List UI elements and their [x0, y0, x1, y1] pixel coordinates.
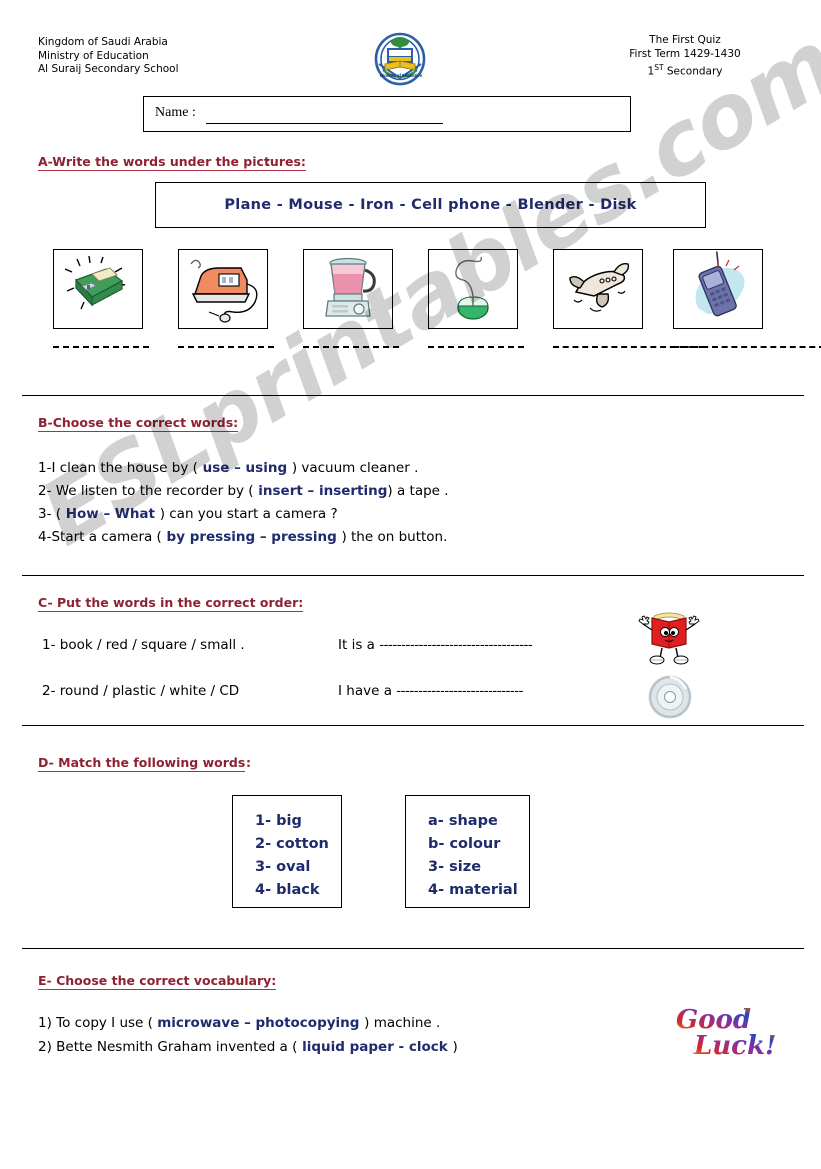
question-choice[interactable]: liquid paper - clock — [297, 1039, 452, 1055]
question-post: ) a tape . — [387, 483, 449, 499]
picture-frame — [53, 249, 143, 329]
picture-cell-plane — [553, 249, 705, 348]
section-e-heading: E- Choose the correct vocabulary: — [38, 973, 277, 990]
school-line-2: Ministry of Education — [38, 49, 149, 62]
section-separator — [22, 395, 804, 396]
match-box-left[interactable]: 1- big 2- cotton 3- oval 4- black — [232, 795, 342, 908]
match-item-left[interactable]: 3- oval — [255, 856, 341, 879]
ministry-of-education-logo-icon — [371, 30, 429, 92]
picture-frame — [553, 249, 643, 329]
name-field-rule — [206, 123, 443, 124]
quiz-identity-block: The First Quiz First Term 1429-1430 1ST … — [585, 34, 785, 79]
section-d-heading-suffix: : — [246, 755, 251, 770]
picture-cell-iron — [178, 249, 274, 348]
section-separator — [22, 575, 804, 576]
name-field-label: Name : — [155, 105, 196, 120]
picture-frame — [178, 249, 268, 329]
question-post: ) can you start a camera ? — [159, 506, 338, 522]
question-post: ) vacuum cleaner . — [291, 460, 419, 476]
name-field-box[interactable]: Name : — [143, 96, 631, 132]
section-c-answer-2[interactable]: I have a ----------------------------- — [338, 683, 524, 699]
section-c-prompt-2: 2- round / plastic / white / CD — [42, 683, 240, 699]
question-choice[interactable]: microwave – photocopying — [157, 1015, 364, 1031]
section-a-heading-suffix: : — [265, 154, 270, 169]
picture-answer-line[interactable] — [303, 346, 399, 348]
question-pre: 2) Bette Nesmith Graham invented a ( — [38, 1039, 298, 1055]
match-item-right[interactable]: 3- size — [428, 856, 529, 879]
good-luck-graphic: Good Luck! — [672, 1000, 782, 1062]
question-pre: 4-Start a camera ( — [38, 529, 162, 545]
section-b-question-4: 4-Start a camera ( by pressing – pressin… — [38, 529, 447, 545]
answer-dashes: ----------------------------------- — [379, 637, 533, 653]
match-item-right[interactable]: a- shape — [428, 810, 529, 833]
school-line-3: Al Suraij Secondary School — [38, 63, 179, 75]
quiz-term: First Term 1429-1430 — [629, 47, 741, 60]
picture-answer-line[interactable] — [428, 346, 524, 348]
picture-frame — [428, 249, 518, 329]
quiz-grade-label: Secondary — [663, 65, 723, 78]
question-choice[interactable]: How – What — [61, 506, 160, 522]
section-c-answer-1[interactable]: It is a --------------------------------… — [338, 637, 533, 653]
school-identity-block: Kingdom of Saudi Arabia Ministry of Educ… — [38, 36, 178, 77]
section-e-question-2: 2) Bette Nesmith Graham invented a ( liq… — [38, 1039, 458, 1055]
question-post: ) machine . — [364, 1015, 441, 1031]
word-bank-text: Plane - Mouse - Iron - Cell phone - Blen… — [224, 197, 637, 213]
question-pre: 1) To copy I use ( — [38, 1015, 158, 1031]
match-item-right[interactable]: b- colour — [428, 833, 529, 856]
question-choice[interactable]: use – using — [198, 460, 292, 476]
match-item-left[interactable]: 1- big — [255, 810, 341, 833]
section-separator — [22, 948, 804, 949]
match-item-right[interactable]: 4- material — [428, 879, 529, 902]
question-pre: 2- We listen to the recorder by ( — [38, 483, 254, 499]
school-line-1: Kingdom of Saudi Arabia — [38, 36, 168, 48]
section-e-question-1: 1) To copy I use ( microwave – photocopy… — [38, 1015, 440, 1031]
section-separator — [22, 725, 804, 726]
logo-caption: Ministry of Education — [379, 73, 423, 78]
picture-answer-line[interactable] — [53, 346, 149, 348]
worksheet-page: Kingdom of Saudi Arabia Ministry of Educ… — [0, 0, 821, 1169]
book-character-icon — [638, 608, 700, 671]
quiz-grade-suffix: ST — [654, 63, 664, 72]
quiz-title: The First Quiz — [649, 34, 721, 46]
answer-lead: It is a — [338, 637, 380, 653]
question-pre: 3- ( — [38, 506, 62, 522]
question-post: ) the on button. — [341, 529, 448, 545]
section-c-prompt-1: 1- book / red / square / small . — [42, 637, 245, 653]
picture-answer-line[interactable] — [178, 346, 274, 348]
match-item-left[interactable]: 2- cotton — [255, 833, 341, 856]
good-luck-line-2: Luck! — [693, 1031, 776, 1061]
section-b-question-2: 2- We listen to the recorder by ( insert… — [38, 483, 449, 499]
question-pre: 1-I clean the house by ( — [38, 460, 198, 476]
picture-answer-line[interactable] — [673, 346, 821, 348]
match-item-left[interactable]: 4- black — [255, 879, 341, 902]
picture-cell-blender — [303, 249, 399, 348]
picture-cell-disk — [53, 249, 149, 348]
section-b-question-1: 1-I clean the house by ( use – using ) v… — [38, 460, 418, 476]
answer-lead: I have a — [338, 683, 397, 699]
section-b-heading: B-Choose the correct words: — [38, 415, 239, 432]
section-d-heading: D- Match the following words — [38, 755, 246, 772]
match-box-right[interactable]: a- shape b- colour 3- size 4- material — [405, 795, 530, 908]
section-a-picture-row — [53, 249, 821, 371]
picture-frame — [673, 249, 763, 329]
section-a-word-bank: Plane - Mouse - Iron - Cell phone - Blen… — [155, 182, 706, 228]
cd-disc-icon — [648, 675, 692, 724]
section-c-heading: C- Put the words in the correct order: — [38, 595, 304, 612]
question-post: ) — [452, 1039, 458, 1055]
picture-cell-mouse — [428, 249, 524, 348]
picture-cell-cell-phone — [673, 249, 821, 348]
answer-dashes: ----------------------------- — [396, 683, 524, 699]
question-choice[interactable]: insert – inserting — [254, 483, 387, 499]
question-choice[interactable]: by pressing – pressing — [162, 529, 342, 545]
quiz-grade: 1ST Secondary — [585, 61, 785, 79]
section-b-question-3: 3- ( How – What ) can you start a camera… — [38, 506, 338, 522]
picture-frame — [303, 249, 393, 329]
